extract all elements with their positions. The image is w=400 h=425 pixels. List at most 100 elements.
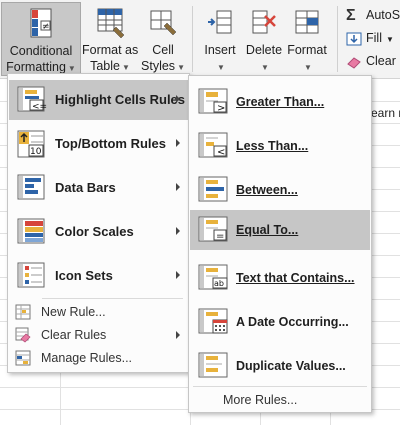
submenu-item-greater-than[interactable]: > Greater Than... bbox=[190, 82, 370, 122]
menu-item-manage-rules[interactable]: Manage Rules... bbox=[9, 347, 188, 369]
submenu-item-label: Greater Than... bbox=[236, 95, 325, 109]
submenu-item-label: Between... bbox=[236, 183, 298, 197]
svg-text:=: = bbox=[216, 231, 224, 242]
menu-item-label: Data Bars bbox=[55, 180, 116, 195]
data-bars-icon bbox=[17, 174, 45, 200]
cell-styles-label-1: Cell bbox=[152, 43, 174, 57]
ribbon-separator bbox=[192, 6, 193, 72]
cell-styles-label-2: Styles bbox=[141, 59, 176, 73]
ribbon: ≠ Conditional Formatting ▼ Format as Tabl… bbox=[0, 0, 400, 79]
format-as-table-label-2: Table bbox=[90, 59, 120, 73]
menu-item-label: Clear Rules bbox=[41, 328, 107, 342]
ribbon-separator bbox=[337, 6, 338, 72]
submenu-item-duplicate-values[interactable]: Duplicate Values... bbox=[190, 346, 370, 386]
chevron-right-icon bbox=[176, 139, 180, 147]
duplicate-values-icon bbox=[198, 352, 228, 378]
submenu-item-label: Equal To... bbox=[236, 223, 299, 237]
chevron-down-icon: ▼ bbox=[121, 63, 130, 72]
chevron-right-icon bbox=[176, 331, 180, 339]
menu-item-data-bars[interactable]: Data Bars bbox=[9, 168, 188, 208]
format-label: Format bbox=[287, 43, 327, 57]
format-as-table-label-1: Format as bbox=[82, 43, 139, 57]
chevron-down-icon: ▼ bbox=[67, 64, 76, 73]
submenu-item-label: More Rules... bbox=[223, 393, 298, 407]
greater-than-icon: > bbox=[198, 88, 228, 114]
between-icon bbox=[198, 176, 228, 202]
manage-rules-icon bbox=[15, 350, 31, 366]
submenu-item-text-contains[interactable]: ab Text that Contains... bbox=[190, 258, 370, 298]
chevron-down-icon: ▼ bbox=[385, 35, 394, 44]
delete-button[interactable]: Delete ▼ bbox=[243, 2, 285, 76]
menu-separator bbox=[193, 386, 367, 387]
autosum-label: AutoSu bbox=[366, 8, 400, 22]
svg-text:<=: <= bbox=[32, 102, 47, 112]
insert-button[interactable]: Insert ▼ bbox=[198, 2, 242, 76]
highlight-cells-rules-submenu: > Greater Than... < Less Than... Between… bbox=[188, 75, 372, 413]
menu-item-label: Top/Bottom Rules bbox=[55, 136, 166, 151]
menu-item-label: Color Scales bbox=[55, 224, 134, 239]
conditional-formatting-icon: ≠ bbox=[30, 8, 52, 38]
conditional-formatting-label-1: Conditional bbox=[9, 44, 73, 58]
highlight-cells-icon: <= bbox=[17, 86, 47, 112]
delete-label: Delete bbox=[245, 43, 283, 57]
menu-item-icon-sets[interactable]: Icon Sets bbox=[9, 256, 188, 296]
menu-item-label: Manage Rules... bbox=[41, 351, 133, 365]
fill-down-icon bbox=[346, 32, 362, 46]
chevron-down-icon: ▼ bbox=[261, 63, 269, 72]
color-scales-icon bbox=[17, 218, 45, 244]
fill-label: Fill bbox=[366, 31, 382, 45]
submenu-item-more-rules[interactable]: More Rules... bbox=[190, 388, 370, 412]
insert-cells-icon bbox=[208, 10, 232, 34]
menu-item-color-scales[interactable]: Color Scales bbox=[9, 212, 188, 252]
sigma-icon: Σ bbox=[346, 6, 356, 24]
format-as-table-icon bbox=[97, 8, 125, 39]
conditional-formatting-menu: <= Highlight Cells Rules 10 Top/Bottom R… bbox=[7, 73, 190, 373]
svg-text:<: < bbox=[217, 147, 225, 158]
new-rule-icon bbox=[15, 304, 31, 320]
text-contains-icon: ab bbox=[198, 264, 228, 290]
menu-item-highlight-cells-rules[interactable]: <= Highlight Cells Rules bbox=[9, 80, 188, 120]
menu-item-clear-rules[interactable]: Clear Rules bbox=[9, 324, 188, 346]
top-bottom-icon: 10 bbox=[17, 130, 45, 158]
submenu-item-label: A Date Occurring... bbox=[236, 315, 349, 329]
chevron-right-icon bbox=[176, 271, 180, 279]
autosum-button[interactable]: Σ AutoSu bbox=[346, 5, 400, 25]
eraser-icon bbox=[347, 57, 361, 69]
clear-label: Clear bbox=[366, 54, 396, 68]
chevron-down-icon: ▼ bbox=[217, 63, 225, 72]
submenu-item-label: Text that Contains... bbox=[236, 271, 355, 285]
chevron-right-icon bbox=[176, 183, 180, 191]
conditional-formatting-button[interactable]: ≠ Conditional Formatting ▼ bbox=[1, 2, 81, 76]
svg-text:>: > bbox=[217, 103, 225, 114]
submenu-item-date-occurring[interactable]: A Date Occurring... bbox=[190, 302, 370, 342]
menu-item-new-rule[interactable]: New Rule... bbox=[9, 301, 188, 323]
format-cells-icon bbox=[295, 10, 319, 34]
cell-styles-icon bbox=[150, 10, 177, 36]
icon-sets-icon bbox=[17, 262, 45, 288]
menu-item-label: New Rule... bbox=[41, 305, 106, 319]
menu-separator bbox=[42, 298, 183, 299]
submenu-item-less-than[interactable]: < Less Than... bbox=[190, 126, 370, 166]
submenu-item-label: Duplicate Values... bbox=[236, 359, 346, 373]
menu-item-top-bottom-rules[interactable]: 10 Top/Bottom Rules bbox=[9, 124, 188, 164]
chevron-down-icon: ▼ bbox=[304, 63, 312, 72]
submenu-item-label: Less Than... bbox=[236, 139, 309, 153]
date-occurring-icon bbox=[198, 308, 228, 334]
svg-text:ab: ab bbox=[214, 279, 224, 288]
format-button[interactable]: Format ▼ bbox=[286, 2, 328, 76]
delete-cells-icon bbox=[252, 10, 276, 34]
sheet-cell-text[interactable]: earn m bbox=[368, 103, 400, 123]
submenu-item-equal-to[interactable]: = Equal To... bbox=[190, 210, 370, 250]
conditional-formatting-label-2: Formatting bbox=[6, 60, 66, 74]
clear-button[interactable]: Clear▼ bbox=[346, 51, 400, 71]
format-as-table-button[interactable]: Format as Table ▼ bbox=[82, 2, 138, 76]
chevron-down-icon: ▼ bbox=[177, 63, 185, 72]
fill-button[interactable]: Fill ▼ bbox=[346, 28, 394, 48]
less-than-icon: < bbox=[198, 132, 228, 158]
equal-to-icon: = bbox=[198, 216, 228, 242]
submenu-item-between[interactable]: Between... bbox=[190, 170, 370, 210]
cell-styles-button[interactable]: Cell Styles ▼ bbox=[140, 2, 186, 76]
menu-item-label: Icon Sets bbox=[55, 268, 113, 283]
menu-item-label: Highlight Cells Rules bbox=[55, 92, 186, 107]
insert-label: Insert bbox=[204, 43, 236, 57]
